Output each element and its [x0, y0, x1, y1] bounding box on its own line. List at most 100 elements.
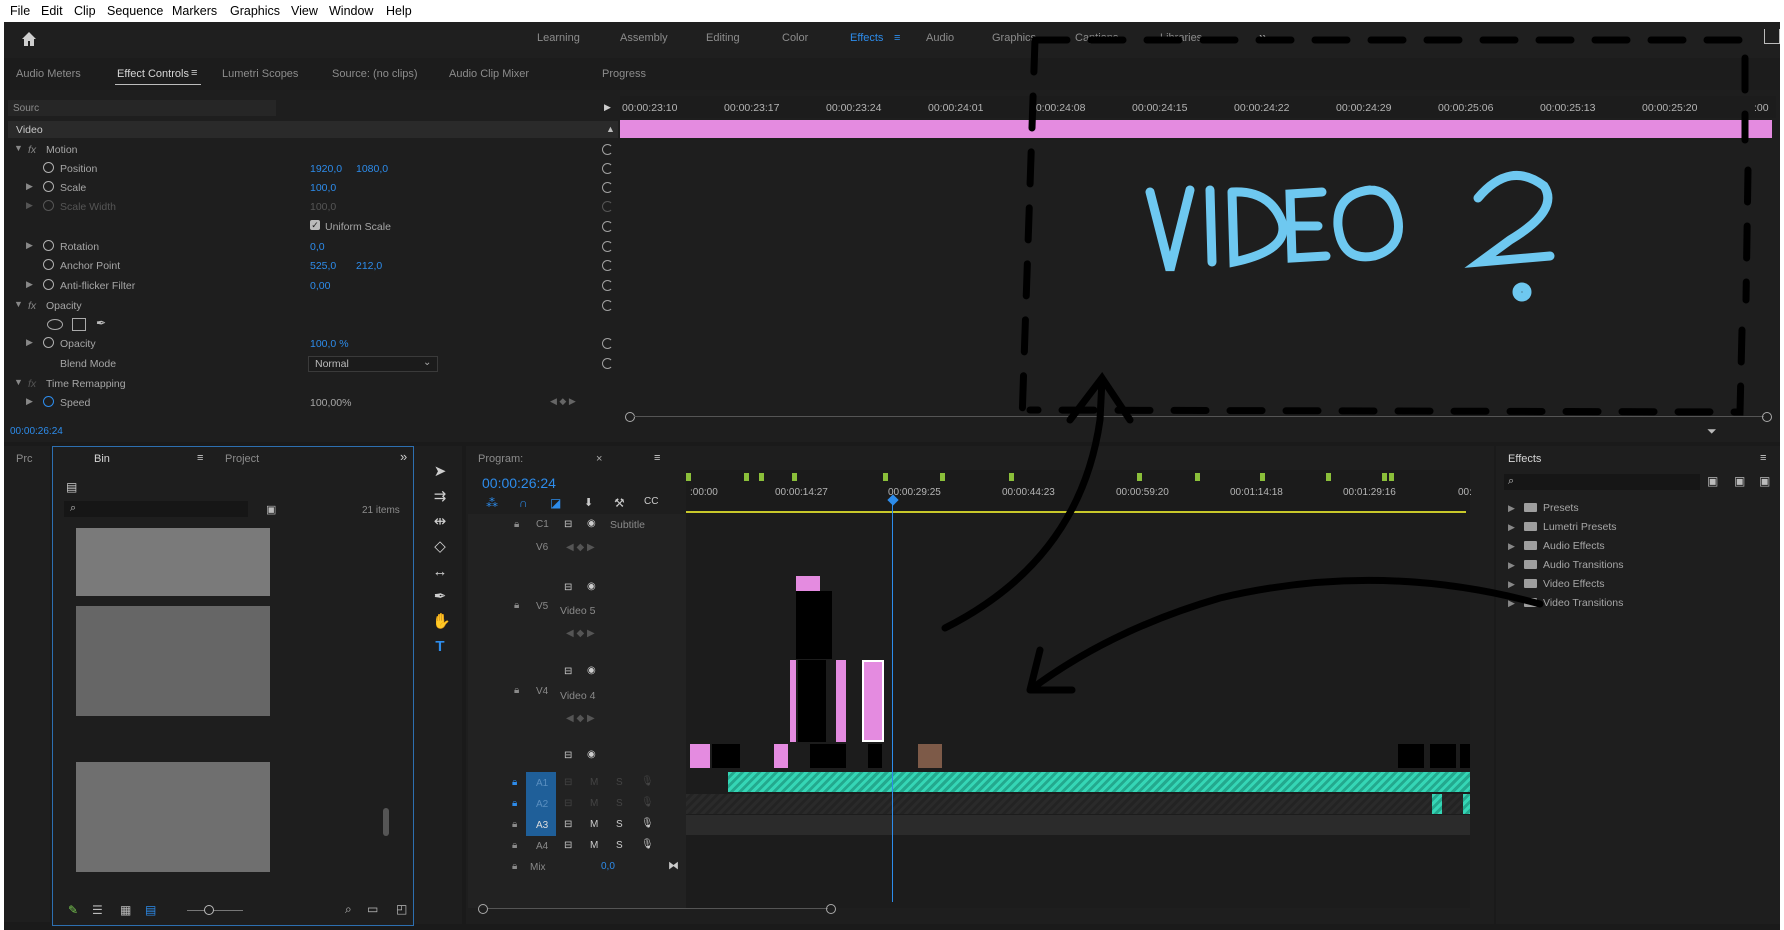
toggle-sync-icon[interactable]: ⊟: [564, 750, 572, 761]
bin-search-input[interactable]: [64, 501, 248, 517]
tab-project[interactable]: Project: [225, 453, 259, 465]
tab-source[interactable]: Source: (no clips): [332, 68, 418, 80]
workspace-audio[interactable]: Audio: [926, 32, 954, 44]
sequence-marker[interactable]: [940, 473, 945, 481]
sequence-marker[interactable]: [759, 473, 764, 481]
video-clip[interactable]: [712, 744, 740, 768]
find-icon[interactable]: ⌕: [345, 902, 352, 917]
effects-item-lumetri-presets[interactable]: Lumetri Presets: [1543, 521, 1617, 533]
video-clip[interactable]: [862, 660, 884, 742]
reset-icon[interactable]: [602, 144, 613, 155]
lock-icon[interactable]: 🔒︎: [512, 798, 517, 809]
video-clip[interactable]: [1460, 744, 1470, 768]
opacity-section-row[interactable]: ▼ fx Opacity: [8, 296, 613, 315]
icon-view-icon[interactable]: ▦: [120, 903, 131, 917]
keyframe-nav-icon[interactable]: ◀ ◆ ▶: [550, 396, 576, 407]
workspace-learning[interactable]: Learning: [537, 32, 580, 44]
lock-icon[interactable]: 🔒︎: [512, 840, 517, 851]
tab-prc[interactable]: Prc: [16, 453, 33, 465]
reset-icon[interactable]: [602, 221, 613, 232]
workspace-more-icon[interactable]: »: [1259, 29, 1267, 46]
type-tool-icon[interactable]: T: [432, 639, 448, 655]
time-remapping-row[interactable]: ▼ fx Time Remapping: [8, 374, 608, 393]
stopwatch-icon[interactable]: [43, 181, 54, 192]
bin-scrollbar[interactable]: [383, 808, 389, 836]
solo-button[interactable]: S: [616, 840, 623, 851]
stopwatch-icon[interactable]: [43, 396, 54, 407]
eye-icon[interactable]: ◉: [587, 581, 596, 592]
eye-icon[interactable]: ◉: [587, 518, 596, 529]
video-clip[interactable]: [1430, 744, 1456, 768]
toggle-sync-icon[interactable]: ⊟: [564, 582, 572, 593]
microphone-icon[interactable]: 🎙︎: [641, 797, 654, 808]
toggle-sync-icon[interactable]: ⊟: [564, 840, 572, 851]
timeline-timecode[interactable]: 00:00:26:24: [482, 475, 556, 491]
menu-sequence[interactable]: Sequence: [107, 4, 163, 18]
reset-icon[interactable]: [602, 338, 613, 349]
bin-thumbnail[interactable]: [76, 528, 270, 596]
mute-button[interactable]: M: [590, 819, 598, 830]
mix-value[interactable]: 0,0: [601, 861, 615, 872]
list-view-icon[interactable]: ☰: [92, 903, 103, 917]
tab-progress[interactable]: Progress: [602, 68, 646, 80]
reset-icon[interactable]: [602, 182, 613, 193]
linked-selection-icon[interactable]: ◪: [550, 496, 561, 510]
effects-item-video-effects[interactable]: Video Effects: [1543, 578, 1605, 590]
new-bin-icon[interactable]: ▭: [367, 902, 378, 916]
sequence-marker[interactable]: [1260, 473, 1265, 481]
yuv-effects-icon[interactable]: ▣: [1759, 474, 1770, 488]
stopwatch-icon[interactable]: [43, 279, 54, 290]
position-x-value[interactable]: 1920,0: [310, 163, 342, 175]
expand-arrow-icon[interactable]: ▶: [604, 102, 611, 113]
freeform-view-icon[interactable]: ▤: [145, 903, 156, 917]
rotation-value[interactable]: 0,0: [310, 241, 325, 253]
menu-help[interactable]: Help: [386, 4, 412, 18]
video-clip[interactable]: [1398, 744, 1424, 768]
bin-thumbnail[interactable]: [76, 606, 270, 716]
tab-lumetri-scopes[interactable]: Lumetri Scopes: [222, 68, 298, 80]
sequence-marker[interactable]: [1137, 473, 1142, 481]
workspace-graphics[interactable]: Graphics: [992, 32, 1036, 44]
blend-mode-select[interactable]: Normal ⌄: [308, 356, 438, 372]
position-y-value[interactable]: 1080,0: [356, 163, 388, 175]
accelerated-effects-icon[interactable]: ▣: [1707, 474, 1718, 488]
tab-program[interactable]: Program:: [478, 453, 523, 465]
lock-icon[interactable]: 🔒︎: [514, 519, 519, 530]
expand-icon[interactable]: ▶: [1508, 579, 1515, 590]
rectangle-mask-icon[interactable]: [72, 318, 86, 331]
microphone-icon[interactable]: 🎙︎: [641, 818, 654, 829]
panel-menu-icon[interactable]: ≡: [654, 452, 660, 464]
menu-view[interactable]: View: [291, 4, 318, 18]
ec-clip-bar[interactable]: [620, 120, 1772, 138]
panel-menu-icon[interactable]: ≡: [197, 452, 203, 464]
audio-clip[interactable]: [1432, 794, 1442, 814]
audio-track-a3-area[interactable]: [686, 815, 1470, 835]
mute-button[interactable]: M: [590, 798, 598, 809]
effects-item-video-transitions[interactable]: Video Transitions: [1543, 597, 1623, 609]
track-select-tool-icon[interactable]: ⇉: [432, 489, 448, 505]
video-clip[interactable]: [774, 744, 788, 768]
panel-menu-icon[interactable]: ≡: [191, 67, 197, 79]
workspace-assembly[interactable]: Assembly: [620, 32, 668, 44]
effects-search-input[interactable]: [1504, 474, 1700, 490]
audio-clip[interactable]: [728, 772, 1470, 792]
microphone-icon[interactable]: 🎙︎: [641, 776, 654, 787]
stopwatch-icon[interactable]: [43, 259, 54, 270]
timeline-zoom-scrollbar[interactable]: [488, 908, 828, 909]
menu-file[interactable]: File: [10, 4, 30, 18]
menu-clip[interactable]: Clip: [74, 4, 96, 18]
anchor-y-value[interactable]: 212,0: [356, 260, 382, 272]
lock-icon[interactable]: 🔒︎: [514, 685, 519, 696]
new-item-icon[interactable]: ◰: [396, 902, 407, 916]
lock-icon[interactable]: 🔒︎: [512, 819, 517, 830]
ripple-edit-tool-icon[interactable]: ⇹: [432, 514, 448, 530]
video-clip[interactable]: [796, 591, 832, 659]
lock-icon[interactable]: 🔒︎: [512, 861, 517, 872]
video-clip[interactable]: [836, 660, 846, 742]
video-clip[interactable]: [918, 744, 942, 768]
razor-tool-icon[interactable]: ◇: [432, 539, 448, 555]
sequence-marker[interactable]: [744, 473, 749, 481]
reset-icon[interactable]: [602, 358, 613, 369]
tab-bin[interactable]: Bin: [94, 453, 110, 465]
menu-markers[interactable]: Markers: [172, 4, 217, 18]
